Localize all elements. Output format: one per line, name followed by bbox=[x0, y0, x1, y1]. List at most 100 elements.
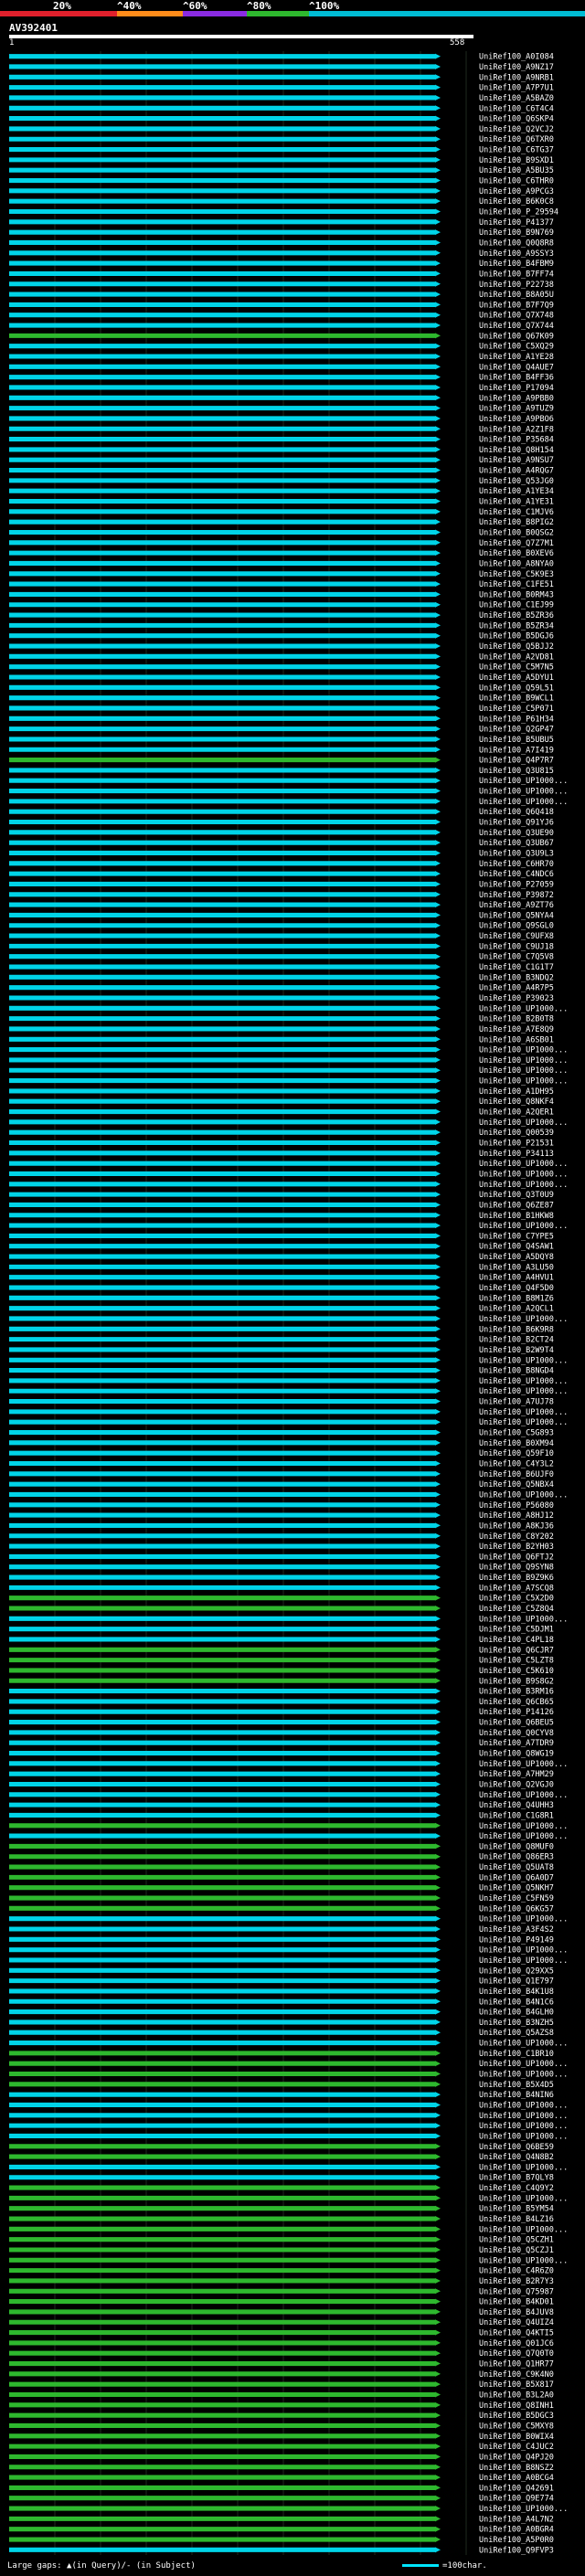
hit-label[interactable]: UniRef100_A9PBO6 bbox=[479, 415, 554, 424]
hit-label[interactable]: UniRef100_A9NRB1 bbox=[479, 73, 554, 82]
hit-label[interactable]: UniRef100_Q29XX5 bbox=[479, 1966, 554, 1976]
hit-label[interactable]: UniRef100_A9NZ17 bbox=[479, 63, 554, 72]
hit-label[interactable]: UniRef100_A4RQG7 bbox=[479, 467, 554, 476]
hit-label[interactable]: UniRef100_A4L7N2 bbox=[479, 2515, 554, 2524]
hit-label[interactable]: UniRef100_UP1000... bbox=[479, 1222, 568, 1231]
hit-label[interactable]: UniRef100_UP1000... bbox=[479, 1822, 568, 1831]
hit-label[interactable]: UniRef100_UP1000... bbox=[479, 1066, 568, 1076]
hit-label[interactable]: UniRef100_Q6KG57 bbox=[479, 1904, 554, 1913]
hit-label[interactable]: UniRef100_Q7Z7M1 bbox=[479, 539, 554, 548]
hit-label[interactable]: UniRef100_C1EJ99 bbox=[479, 601, 554, 610]
hit-label[interactable]: UniRef100_B2CT24 bbox=[479, 1336, 554, 1345]
hit-label[interactable]: UniRef100_UP1000... bbox=[479, 798, 568, 807]
hit-label[interactable]: UniRef100_C4NDC6 bbox=[479, 870, 554, 879]
hit-label[interactable]: UniRef100_B7F7Q9 bbox=[479, 301, 554, 310]
hit-label[interactable]: UniRef100_UP1000... bbox=[479, 2225, 568, 2234]
hit-label[interactable]: UniRef100_UP1000... bbox=[479, 1377, 568, 1386]
hit-label[interactable]: UniRef100_A2QCL1 bbox=[479, 1305, 554, 1314]
hit-label[interactable]: UniRef100_P22738 bbox=[479, 281, 554, 290]
hit-label[interactable]: UniRef100_P61H34 bbox=[479, 715, 554, 724]
hit-label[interactable]: UniRef100_B9WCL1 bbox=[479, 694, 554, 704]
hit-label[interactable]: UniRef100_B8A05U bbox=[479, 291, 554, 300]
hit-label[interactable]: UniRef100_C4Q9Y2 bbox=[479, 2184, 554, 2193]
hit-label[interactable]: UniRef100_Q3UB67 bbox=[479, 839, 554, 848]
hit-label[interactable]: UniRef100_A7P7U1 bbox=[479, 84, 554, 93]
hit-label[interactable]: UniRef100_A5BU35 bbox=[479, 166, 554, 175]
hit-label[interactable]: UniRef100_UP1000... bbox=[479, 2071, 568, 2080]
hit-label[interactable]: UniRef100_Q5AZS8 bbox=[479, 2029, 554, 2038]
hit-label[interactable]: UniRef100_P41377 bbox=[479, 218, 554, 228]
hit-label[interactable]: UniRef100_B3L2A0 bbox=[479, 2391, 554, 2401]
hit-label[interactable]: UniRef100_A2QER1 bbox=[479, 1108, 554, 1118]
hit-label[interactable]: UniRef100_B0RM43 bbox=[479, 590, 554, 599]
hit-label[interactable]: UniRef100_UP1000... bbox=[479, 1356, 568, 1365]
hit-label[interactable]: UniRef100_A5DQY8 bbox=[479, 1253, 554, 1262]
hit-label[interactable]: UniRef100_C4R6Z0 bbox=[479, 2267, 554, 2276]
hit-label[interactable]: UniRef100_B5X817 bbox=[479, 2380, 554, 2390]
hit-label[interactable]: UniRef100_UP1000... bbox=[479, 1760, 568, 1769]
hit-label[interactable]: UniRef100_UP1000... bbox=[479, 1160, 568, 1169]
hit-label[interactable]: UniRef100_Q6CJR7 bbox=[479, 1646, 554, 1655]
hit-label[interactable]: UniRef100_C8Y202 bbox=[479, 1532, 554, 1542]
hit-label[interactable]: UniRef100_C4PL18 bbox=[479, 1636, 554, 1645]
hit-label[interactable]: UniRef100_UP1000... bbox=[479, 1956, 568, 1966]
hit-label[interactable]: UniRef100_C5LZT8 bbox=[479, 1657, 554, 1666]
hit-label[interactable]: UniRef100_Q4P7R7 bbox=[479, 757, 554, 766]
hit-label[interactable]: UniRef100_B3NZH5 bbox=[479, 2019, 554, 2028]
hit-label[interactable]: UniRef100_B7QLY8 bbox=[479, 2174, 554, 2183]
hit-label[interactable]: UniRef100_Q7X744 bbox=[479, 322, 554, 331]
hit-label[interactable]: UniRef100_P56080 bbox=[479, 1501, 554, 1511]
hit-label[interactable]: UniRef100_B2R7Y3 bbox=[479, 2277, 554, 2286]
hit-label[interactable]: UniRef100_Q1E797 bbox=[479, 1977, 554, 1987]
hit-label[interactable]: UniRef100_UP1000... bbox=[479, 1077, 568, 1087]
hit-label[interactable]: UniRef100_Q3U815 bbox=[479, 767, 554, 776]
hit-label[interactable]: UniRef100_UP1000... bbox=[479, 1408, 568, 1417]
hit-label[interactable]: UniRef100_UP1000... bbox=[479, 1490, 568, 1500]
hit-label[interactable]: UniRef100_Q7Q0T0 bbox=[479, 2349, 554, 2359]
hit-label[interactable]: UniRef100_B1HKW8 bbox=[479, 1212, 554, 1221]
hit-label[interactable]: UniRef100_Q67K09 bbox=[479, 332, 554, 341]
hit-label[interactable]: UniRef100_UP1000... bbox=[479, 1315, 568, 1324]
hit-label[interactable]: UniRef100_C6THR0 bbox=[479, 177, 554, 186]
hit-label[interactable]: UniRef100_B8NGD4 bbox=[479, 1367, 554, 1376]
hit-label[interactable]: UniRef100_UP1000... bbox=[479, 2060, 568, 2069]
hit-label[interactable]: UniRef100_Q4PJ20 bbox=[479, 2453, 554, 2462]
hit-label[interactable]: UniRef100_B4N1C6 bbox=[479, 1998, 554, 2007]
hit-label[interactable]: UniRef100_C6HR70 bbox=[479, 860, 554, 869]
hit-label[interactable]: UniRef100_P35684 bbox=[479, 436, 554, 445]
hit-label[interactable]: UniRef100_P39023 bbox=[479, 994, 554, 1003]
hit-label[interactable]: UniRef100_B7FF74 bbox=[479, 270, 554, 279]
hit-label[interactable]: UniRef100_UP1000... bbox=[479, 1118, 568, 1128]
hit-label[interactable]: UniRef100_C1MJV6 bbox=[479, 508, 554, 517]
hit-label[interactable]: UniRef100_Q6BEU5 bbox=[479, 1719, 554, 1728]
hit-label[interactable]: UniRef100_A7E8Q9 bbox=[479, 1025, 554, 1034]
hit-label[interactable]: UniRef100_Q4UIZ4 bbox=[479, 2318, 554, 2327]
hit-label[interactable]: UniRef100_B6UJF0 bbox=[479, 1470, 554, 1479]
hit-label[interactable]: UniRef100_A8HJ12 bbox=[479, 1511, 554, 1521]
hit-label[interactable]: UniRef100_Q9SYN8 bbox=[479, 1564, 554, 1573]
hit-label[interactable]: UniRef100_B5ZR36 bbox=[479, 611, 554, 620]
hit-label[interactable]: UniRef100_P_29594 bbox=[479, 207, 558, 217]
hit-label[interactable]: UniRef100_C9UJ18 bbox=[479, 942, 554, 951]
hit-label[interactable]: UniRef100_Q6BE59 bbox=[479, 2143, 554, 2152]
hit-label[interactable]: UniRef100_Q4F5D0 bbox=[479, 1284, 554, 1293]
hit-label[interactable]: UniRef100_C5Z8Q4 bbox=[479, 1605, 554, 1614]
hit-label[interactable]: UniRef100_Q9E774 bbox=[479, 2495, 554, 2504]
hit-label[interactable]: UniRef100_P34113 bbox=[479, 1150, 554, 1159]
hit-label[interactable]: UniRef100_B8NSZ2 bbox=[479, 2464, 554, 2473]
hit-label[interactable]: UniRef100_C5K9E3 bbox=[479, 570, 554, 579]
hit-label[interactable]: UniRef100_Q4SAW1 bbox=[479, 1243, 554, 1252]
hit-label[interactable]: UniRef100_B3NDQ2 bbox=[479, 973, 554, 982]
hit-label[interactable]: UniRef100_Q7X748 bbox=[479, 312, 554, 321]
hit-label[interactable]: UniRef100_C4Y3L2 bbox=[479, 1459, 554, 1468]
hit-label[interactable]: UniRef100_Q0CYV8 bbox=[479, 1729, 554, 1738]
hit-label[interactable]: UniRef100_Q4N8B2 bbox=[479, 2153, 554, 2162]
hit-label[interactable]: UniRef100_UP1000... bbox=[479, 1832, 568, 1841]
hit-label[interactable]: UniRef100_UP1000... bbox=[479, 1915, 568, 1924]
hit-label[interactable]: UniRef100_A0BGR4 bbox=[479, 2526, 554, 2535]
hit-label[interactable]: UniRef100_B4FBM9 bbox=[479, 260, 554, 269]
hit-label[interactable]: UniRef100_A7I419 bbox=[479, 746, 554, 755]
hit-label[interactable]: UniRef100_B8PIG2 bbox=[479, 518, 554, 527]
hit-label[interactable]: UniRef100_Q75987 bbox=[479, 2287, 554, 2296]
hit-label[interactable]: UniRef100_B0XEV6 bbox=[479, 549, 554, 558]
